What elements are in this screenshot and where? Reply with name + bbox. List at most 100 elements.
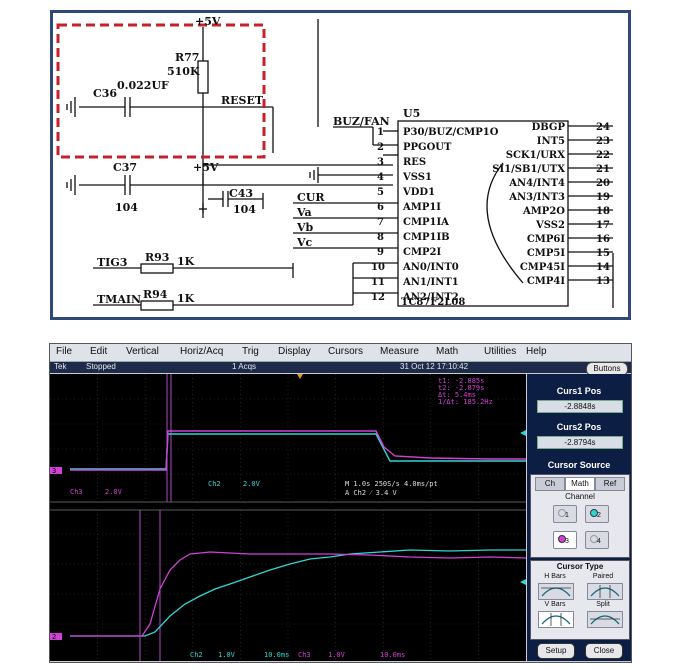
vcc-top-label: +5V bbox=[195, 15, 221, 28]
c36-label: C36 bbox=[93, 87, 117, 100]
c43-label: C43 bbox=[229, 187, 253, 200]
r77-label: R77 bbox=[175, 51, 199, 64]
right-pin-name: CMP6I bbox=[527, 234, 566, 245]
right-pin-name: SCK1/URX bbox=[506, 150, 566, 161]
left-pin-name: AN0/INT0 bbox=[402, 262, 459, 273]
right-pin-name: CMP45I bbox=[520, 262, 565, 273]
right-pin-name: INT5 bbox=[537, 136, 565, 147]
paired-button[interactable] bbox=[587, 583, 623, 600]
menu-cursors[interactable]: Cursors bbox=[328, 346, 363, 357]
cursor-readout: t1: -2.885st2: -2.879sΔt: 5.4ms1/Δt: 185… bbox=[438, 377, 493, 406]
menu-math[interactable]: Math bbox=[436, 346, 458, 357]
left-pin-name: P30/BUZ/CMP1O bbox=[403, 127, 499, 138]
ch2-scale-value: 2.0V bbox=[243, 480, 261, 488]
bottom-ch2-value: 1.0V bbox=[218, 651, 236, 659]
left-pin-number: 4 bbox=[377, 172, 384, 183]
menu-bar: File Edit Vertical Horiz/Acq Trig Display Curs… bbox=[50, 344, 631, 362]
channel-label: Channel bbox=[565, 492, 595, 501]
left-pin-number: 6 bbox=[377, 202, 384, 213]
bottom-ch2-div: 10.0ms bbox=[264, 651, 289, 659]
tab-ref[interactable]: Ref bbox=[595, 477, 625, 491]
ch2-trace-top bbox=[70, 433, 526, 470]
hbars-icon bbox=[541, 587, 571, 597]
close-button[interactable]: Close bbox=[585, 643, 623, 659]
ch2-level-arrow-bottom bbox=[520, 579, 526, 585]
r94-value: 1K bbox=[177, 292, 195, 305]
date-time: 31 Oct 12 17:10:42 bbox=[400, 362, 469, 371]
schematic-drawing: +5V R77 510K C36 0.022UF RESET BUZ/FAN U… bbox=[56, 15, 614, 311]
channel-3-button[interactable]: 3 bbox=[553, 531, 577, 549]
menu-help[interactable]: Help bbox=[526, 346, 547, 357]
split-label: Split bbox=[596, 601, 610, 608]
c37-label: C37 bbox=[113, 161, 137, 174]
channel-4-label: 4 bbox=[597, 538, 601, 545]
ch3-scale-value: 2.0V bbox=[105, 488, 123, 496]
menu-edit[interactable]: Edit bbox=[90, 346, 107, 357]
right-pin-number: 13 bbox=[596, 276, 610, 287]
setup-button[interactable]: Setup bbox=[537, 643, 575, 659]
right-pin-name: SI1/SB1/UTX bbox=[492, 164, 565, 175]
oscilloscope-window: File Edit Vertical Horiz/Acq Trig Display Curs… bbox=[49, 343, 632, 663]
right-pin-number: 14 bbox=[596, 262, 610, 273]
left-pin-number: 9 bbox=[377, 247, 384, 258]
curs1-pos-value[interactable]: -2.8848s bbox=[537, 400, 623, 413]
right-pin-number: 24 bbox=[596, 122, 610, 133]
right-pin-number: 20 bbox=[596, 178, 610, 189]
channel-3-label: 3 bbox=[565, 538, 569, 545]
left-pin-number: 7 bbox=[377, 217, 384, 228]
trigger-label: A Ch2 ⁄ 3.4 V bbox=[345, 489, 398, 497]
timebase-label: M 1.0s 250S/s 4.0ms/pt bbox=[345, 480, 438, 488]
menu-horiz-acq[interactable]: Horiz/Acq bbox=[180, 346, 223, 357]
vbars-label: V Bars bbox=[544, 601, 566, 608]
menu-measure[interactable]: Measure bbox=[380, 346, 419, 357]
ch3-marker-label: 3 bbox=[52, 467, 56, 475]
curs2-pos-label: Curs2 Pos bbox=[556, 422, 602, 432]
channel-1-button[interactable]: 1 bbox=[553, 505, 577, 523]
r77-value: 510K bbox=[167, 65, 200, 78]
trigger-position-icon bbox=[297, 374, 303, 379]
channel-4-button[interactable]: 4 bbox=[585, 531, 609, 549]
cursor-source-label: Cursor Source bbox=[547, 460, 611, 470]
left-pin-name: AN1/INT1 bbox=[402, 277, 459, 288]
r93-value: 1K bbox=[177, 255, 195, 268]
split-button[interactable] bbox=[587, 611, 623, 628]
tab-math[interactable]: Math bbox=[565, 477, 595, 491]
ch2-trace-bottom bbox=[70, 549, 526, 637]
channel-2-label: 2 bbox=[597, 512, 601, 519]
tab-ch[interactable]: Ch bbox=[535, 477, 565, 491]
channel-2-button[interactable]: 2 bbox=[585, 505, 609, 523]
bottom-ch3-div: 10.0ms bbox=[380, 651, 405, 659]
hbars-button[interactable] bbox=[538, 583, 574, 600]
vbars-button[interactable] bbox=[538, 611, 574, 628]
menu-display[interactable]: Display bbox=[278, 346, 311, 357]
split-icon bbox=[590, 615, 620, 625]
menu-file[interactable]: File bbox=[56, 346, 72, 357]
acq-count: 1 Acqs bbox=[232, 362, 257, 371]
cursor-type-label: Cursor Type bbox=[556, 562, 604, 571]
ch2-scale-label: Ch2 bbox=[208, 480, 221, 488]
left-pin-number: 2 bbox=[377, 142, 384, 153]
schematic-diagram: +5V R77 510K C36 0.022UF RESET BUZ/FAN U… bbox=[50, 10, 631, 320]
ch3-trace-top bbox=[70, 430, 526, 471]
vbars-icon bbox=[541, 613, 571, 626]
reset-label: RESET bbox=[221, 94, 264, 107]
u5-label: U5 bbox=[403, 107, 420, 120]
vcc-mid-label: +5V bbox=[193, 161, 219, 174]
c43-value: 104 bbox=[233, 203, 256, 216]
c37-value: 104 bbox=[115, 201, 138, 214]
bottom-ch3-label: Ch3 bbox=[298, 651, 311, 659]
status-bar: Tek Stopped 1 Acqs 31 Oct 12 17:10:42 bbox=[50, 362, 631, 373]
menu-vertical[interactable]: Vertical bbox=[126, 346, 159, 357]
right-pin-name: DBGP bbox=[532, 122, 566, 133]
hbars-label: H Bars bbox=[544, 573, 566, 580]
curs2-pos-value[interactable]: -2.8794s bbox=[537, 436, 623, 449]
left-pin-name: CMP2I bbox=[403, 247, 442, 258]
menu-utilities[interactable]: Utilities bbox=[484, 346, 516, 357]
left-pin-number: 11 bbox=[371, 277, 385, 288]
left-pin-number: 12 bbox=[371, 292, 385, 303]
menu-trig[interactable]: Trig bbox=[242, 346, 259, 357]
right-pin-number: 16 bbox=[596, 234, 610, 245]
va-label: Va bbox=[296, 206, 312, 219]
right-pin-number: 22 bbox=[596, 150, 610, 161]
ch2-level-arrow bbox=[520, 430, 526, 436]
